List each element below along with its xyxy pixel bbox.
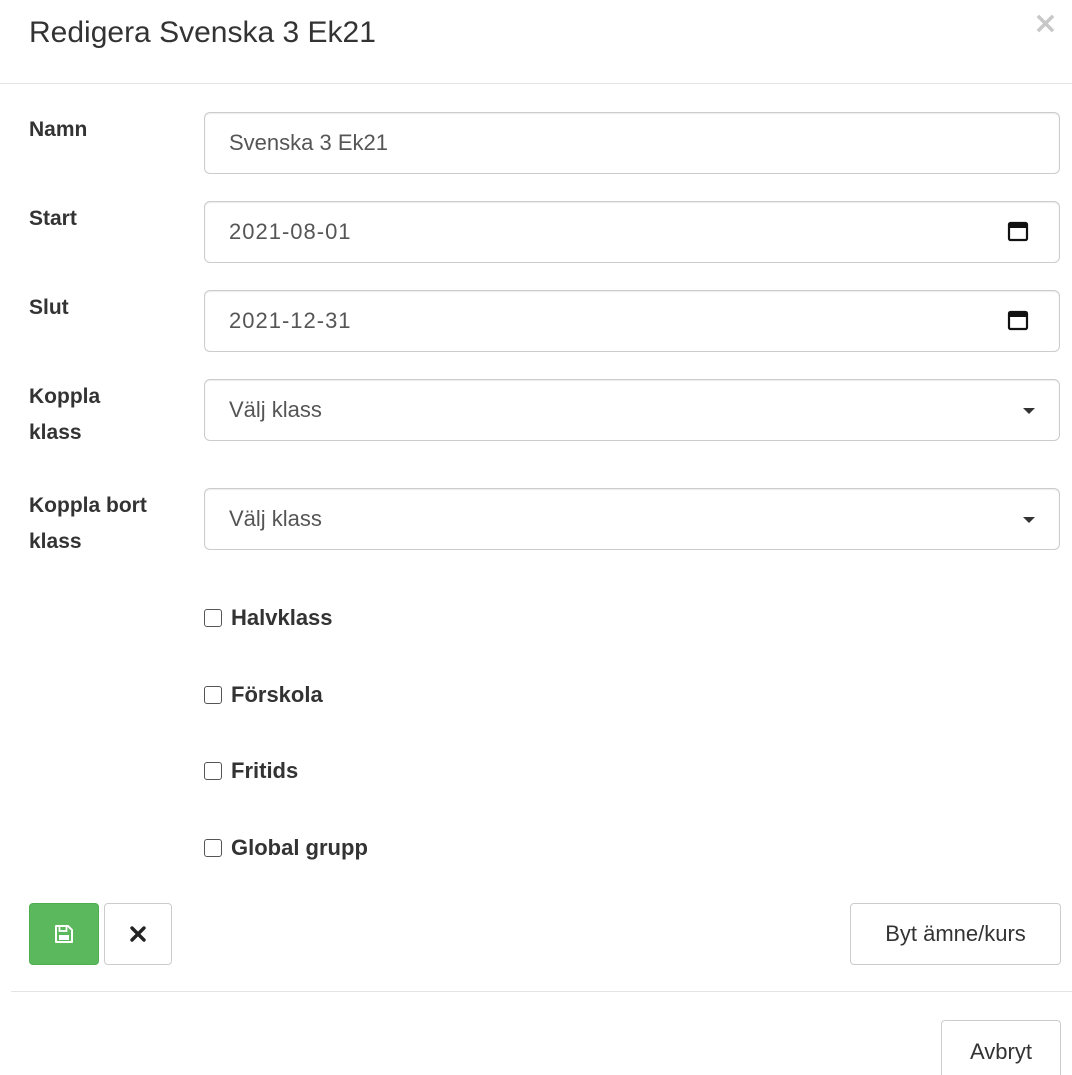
checkbox-global-grupp-box[interactable] <box>204 839 222 857</box>
name-input-value: Svenska 3 Ek21 <box>229 130 388 155</box>
footer-divider <box>11 991 1072 992</box>
unlink-class-value: Välj klass <box>229 506 322 531</box>
checkbox-fritids-box[interactable] <box>204 762 222 780</box>
checkbox-forskola[interactable]: Förskola <box>204 680 323 710</box>
checkbox-fritids-label: Fritids <box>231 758 299 783</box>
checkbox-halvklass-box[interactable] <box>204 609 222 627</box>
close-icon <box>130 926 146 942</box>
link-class-value: Välj klass <box>229 397 322 422</box>
end-label: Slut <box>29 296 69 319</box>
calendar-icon[interactable] <box>1007 220 1029 242</box>
link-class-label: Koppla klass <box>29 385 101 444</box>
checkbox-global-grupp-label: Global grupp <box>231 835 368 860</box>
modal-header: Redigera Svenska 3 Ek21 × <box>0 0 1072 84</box>
modal-title: Redigera Svenska 3 Ek21 <box>29 16 376 49</box>
close-icon[interactable]: × <box>1033 6 1058 42</box>
discard-button[interactable] <box>104 903 172 965</box>
end-date-input[interactable]: 2021-12-31 <box>204 290 1060 352</box>
name-label: Namn <box>29 118 88 141</box>
start-label: Start <box>29 207 77 230</box>
abort-button[interactable]: Avbryt <box>941 1020 1061 1075</box>
caret-down-icon <box>1023 408 1035 414</box>
checkbox-global-grupp[interactable]: Global grupp <box>204 833 368 863</box>
checkbox-fritids[interactable]: Fritids <box>204 756 298 786</box>
unlink-class-label: Koppla bort klass <box>29 494 147 553</box>
checkbox-forskola-box[interactable] <box>204 686 222 704</box>
checkbox-halvklass-label: Halvklass <box>231 605 333 630</box>
start-date-value: 2021-08-01 <box>229 219 352 244</box>
name-input[interactable]: Svenska 3 Ek21 <box>204 112 1060 174</box>
checkbox-forskola-label: Förskola <box>231 682 323 707</box>
change-subject-button[interactable]: Byt ämne/kurs <box>850 903 1061 965</box>
edit-group-modal: Redigera Svenska 3 Ek21 × Namn Svenska 3… <box>0 0 1072 1075</box>
link-class-select[interactable]: Välj klass <box>204 379 1060 441</box>
unlink-class-select[interactable]: Välj klass <box>204 488 1060 550</box>
checkbox-halvklass[interactable]: Halvklass <box>204 603 333 633</box>
calendar-icon[interactable] <box>1007 309 1029 331</box>
save-button[interactable] <box>29 903 99 965</box>
start-date-input[interactable]: 2021-08-01 <box>204 201 1060 263</box>
floppy-disk-icon <box>55 925 73 943</box>
caret-down-icon <box>1023 517 1035 523</box>
end-date-value: 2021-12-31 <box>229 308 352 333</box>
